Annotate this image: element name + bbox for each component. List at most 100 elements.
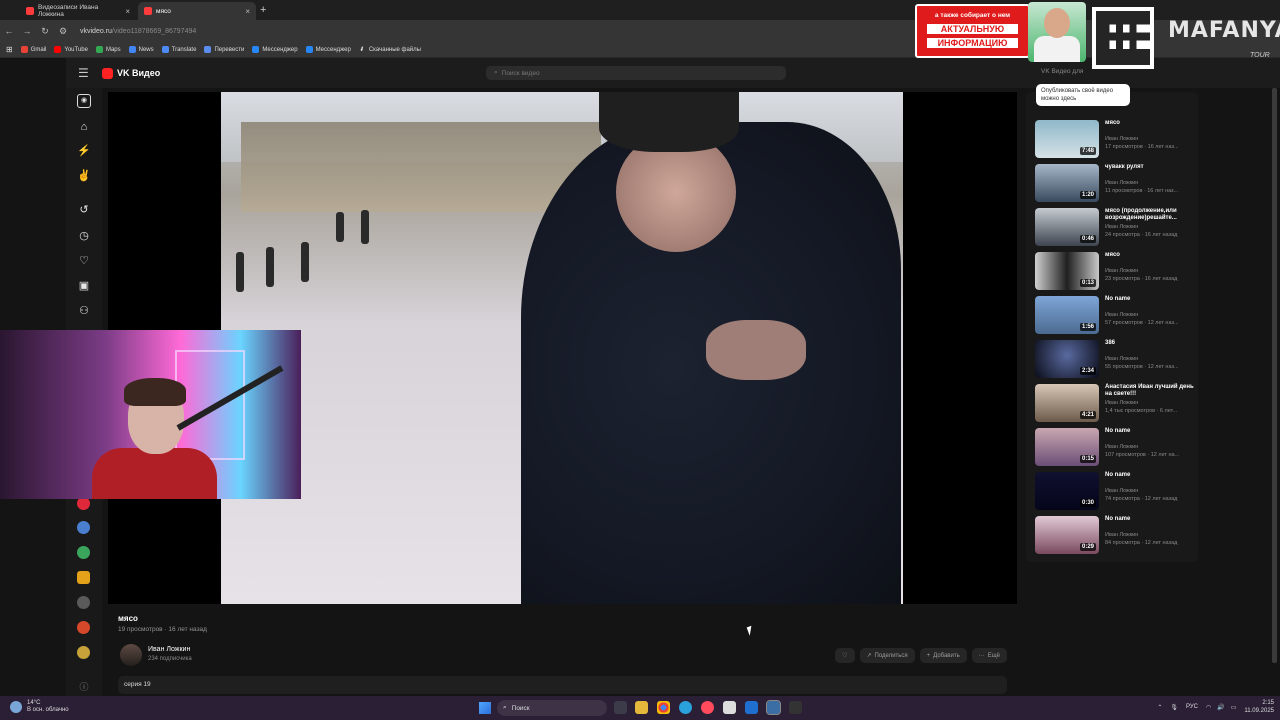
bookmark-translate[interactable]: Translate: [161, 46, 196, 53]
list-item[interactable]: 0:13 мясо Иван Ложкин 23 просмотра · 16 …: [1035, 252, 1195, 290]
list-item[interactable]: 2:34 386 Иван Ложкин 55 просмотров · 12 …: [1035, 340, 1195, 378]
site-info-icon[interactable]: ⚙: [54, 26, 72, 37]
list-item[interactable]: 0:15 No name Иван Ложкин 107 просмотров …: [1035, 428, 1195, 466]
my-videos-icon[interactable]: ▣: [77, 279, 91, 293]
app-icon[interactable]: [745, 701, 758, 714]
mic-icon[interactable]: 🎙: [1170, 704, 1178, 711]
list-item[interactable]: 4:21 Анастасия Иван лучший день на свете…: [1035, 384, 1195, 422]
ad-line: а также собирает о нем: [934, 12, 1011, 19]
channel-avatar-icon[interactable]: [77, 621, 90, 634]
channel-avatar-icon[interactable]: [77, 546, 90, 559]
forward-icon[interactable]: →: [18, 26, 36, 36]
video-thumbnail: 4:21: [1035, 384, 1099, 422]
history-icon[interactable]: ↺: [77, 203, 91, 217]
start-button[interactable]: [479, 702, 491, 714]
channel-avatar-icon[interactable]: [77, 571, 90, 584]
channel-name[interactable]: Иван Ложкин: [148, 646, 190, 653]
close-icon[interactable]: ×: [125, 7, 130, 16]
bookmark-youtube[interactable]: YouTube: [54, 46, 88, 53]
search-input[interactable]: ⌕ Поиск видео: [486, 66, 786, 80]
weather-icon: [10, 701, 22, 713]
trending-icon[interactable]: ⚡: [77, 144, 91, 158]
liked-icon[interactable]: ♡: [77, 254, 91, 268]
shorts-icon[interactable]: ✌: [77, 169, 91, 183]
taskbar-search[interactable]: ⌕ Поиск: [497, 700, 607, 716]
tab-video[interactable]: мясо ×: [138, 2, 256, 20]
wifi-icon[interactable]: ◠: [1206, 704, 1211, 711]
list-item[interactable]: 1:56 No name Иван Ложкин 57 просмотров ·…: [1035, 296, 1195, 334]
app-icon[interactable]: [723, 701, 736, 714]
bookmark-news[interactable]: News: [128, 46, 154, 53]
watch-later-icon[interactable]: ◷: [77, 229, 91, 243]
ad-line: ИНФОРМАЦИЮ: [927, 38, 1018, 48]
channel-avatar-icon[interactable]: [77, 521, 90, 534]
video-frame[interactable]: [221, 92, 903, 604]
volume-icon[interactable]: 🔊: [1217, 704, 1224, 711]
info-icon[interactable]: ⓘ: [77, 680, 91, 694]
clock[interactable]: 2:15 11.09.2025: [1244, 699, 1274, 715]
ad-brand: MAFANYA: [1168, 18, 1280, 43]
file-explorer-icon[interactable]: [635, 701, 648, 714]
steam-icon[interactable]: [766, 700, 781, 715]
url-field[interactable]: vkvideo.ru/video11878669_86797494: [80, 28, 196, 35]
vk-video-logo[interactable]: VK Видео: [102, 67, 160, 79]
ad-portrait: [1028, 2, 1086, 62]
menu-icon[interactable]: ☰: [78, 66, 92, 80]
video-thumbnail: 2:34: [1035, 340, 1099, 378]
video-thumbnail: 1:20: [1035, 164, 1099, 202]
more-button[interactable]: ··· Ещё: [971, 648, 1007, 663]
vk-logo-icon: [102, 67, 113, 79]
chevron-up-icon[interactable]: ⌃: [1157, 704, 1162, 711]
video-thumbnail: 0:13: [1035, 252, 1099, 290]
battery-icon[interactable]: ▭: [1231, 704, 1237, 711]
subscriptions-icon[interactable]: ⚇: [77, 304, 91, 318]
rec-channel: Иван Ложкин: [1105, 444, 1139, 450]
tab-channel-videos[interactable]: Видеозаписи Ивана Ложкина ×: [20, 2, 136, 20]
list-item[interactable]: 0:46 мясо (продолжение,или возрождение)р…: [1035, 208, 1195, 246]
back-icon[interactable]: ←: [0, 26, 18, 36]
rec-title: Анастасия Иван лучший день на свете!!!: [1105, 384, 1194, 397]
page-scrollbar[interactable]: [1272, 88, 1277, 663]
bookmark-gmail[interactable]: Gmail: [20, 46, 46, 53]
share-button[interactable]: ↗ Поделиться: [859, 648, 915, 663]
app-icon[interactable]: [701, 701, 714, 714]
home-icon[interactable]: ⌂: [77, 120, 91, 134]
rec-channel: Иван Ложкин: [1105, 532, 1139, 538]
video-scene-figure: [301, 242, 309, 282]
weather-widget[interactable]: 14°C В осн. облачно: [10, 700, 69, 714]
bookmark-messenger-1[interactable]: Мессенджер: [252, 46, 298, 53]
rec-meta: 107 просмотров · 12 лет на...: [1105, 452, 1180, 458]
channel-avatar[interactable]: [120, 644, 142, 666]
channel-avatar-icon[interactable]: [77, 646, 90, 659]
list-item[interactable]: 7:48 мясо Иван Ложкин 17 просмотров · 16…: [1035, 120, 1195, 158]
video-thumbnail: 0:29: [1035, 516, 1099, 554]
task-view-icon[interactable]: [614, 701, 627, 714]
chrome-icon[interactable]: [657, 701, 670, 714]
new-tab-icon[interactable]: +: [260, 4, 266, 16]
apps-icon[interactable]: ⊞: [6, 45, 13, 54]
bookmark-perevesti[interactable]: Перевести: [204, 46, 244, 53]
bookmark-maps[interactable]: Maps: [95, 46, 121, 53]
reload-icon[interactable]: ↻: [36, 26, 54, 37]
bookmark-downloads[interactable]: ⬇ Скачанные файлы: [359, 46, 421, 54]
ad-banner: а также собирает о нем АКТУАЛЬНУЮ ИНФОРМ…: [915, 4, 1030, 58]
list-item[interactable]: 0:30 No name Иван Ложкин 74 просмотра · …: [1035, 472, 1195, 510]
add-button[interactable]: + Добавить: [919, 648, 967, 663]
rec-channel: Иван Ложкин: [1105, 312, 1139, 318]
list-item[interactable]: 1:20 чувакк рулят Иван Ложкин 11 просмот…: [1035, 164, 1195, 202]
rec-meta: 11 просмотров · 16 лет наз...: [1105, 188, 1179, 194]
close-icon[interactable]: ×: [245, 7, 250, 16]
telegram-icon[interactable]: [679, 701, 692, 714]
language-indicator[interactable]: РУС: [1186, 704, 1198, 710]
rec-channel: Иван Ложкин: [1105, 180, 1139, 186]
like-button[interactable]: ♡: [835, 648, 855, 663]
vk-favicon: [26, 7, 34, 15]
channel-avatar-icon[interactable]: [77, 596, 90, 609]
stream-overlay-ad: а также собирает о нем АКТУАЛЬНУЮ ИНФОРМ…: [915, 2, 1280, 72]
bookmark-messenger-2[interactable]: Мессенджер: [305, 46, 351, 53]
app-icon[interactable]: [789, 701, 802, 714]
live-icon[interactable]: ◉: [77, 94, 91, 108]
video-description[interactable]: серия 19: [118, 676, 1007, 694]
list-item[interactable]: 0:29 No name Иван Ложкин 84 просмотра · …: [1035, 516, 1195, 554]
vk-favicon: [144, 7, 152, 15]
